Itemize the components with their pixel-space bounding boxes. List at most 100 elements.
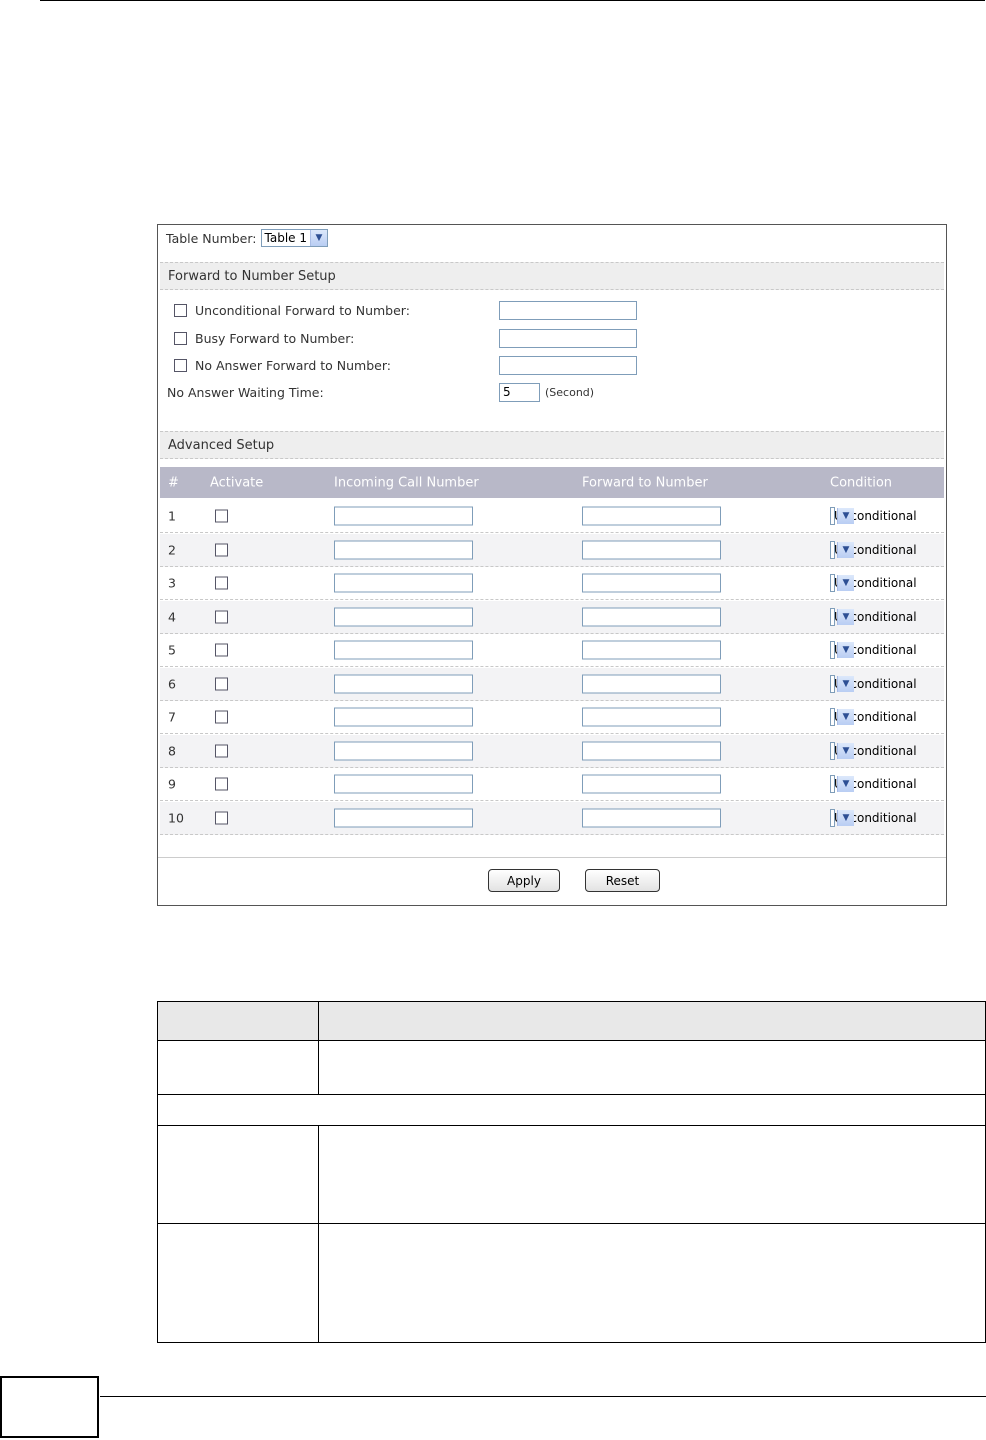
forward-to-number-input[interactable]	[582, 506, 721, 526]
condition-select[interactable]: Unconditional ▼	[830, 507, 917, 525]
no-answer-forward-row: No Answer Forward to Number:	[174, 356, 637, 375]
forward-to-number-input[interactable]	[582, 573, 721, 593]
condition-select[interactable]: Unconditional ▼	[830, 775, 917, 793]
waiting-time-label: No Answer Waiting Time:	[167, 385, 324, 400]
chevron-down-icon: ▼	[837, 642, 854, 658]
row-number: 8	[168, 743, 176, 758]
incoming-call-number-input[interactable]	[334, 774, 473, 794]
activate-checkbox[interactable]	[215, 777, 228, 791]
forward-to-number-input[interactable]	[582, 707, 721, 727]
no-answer-forward-input[interactable]	[499, 356, 637, 375]
table-cell	[157, 1040, 319, 1095]
incoming-call-number-input[interactable]	[334, 674, 473, 693]
unconditional-forward-label: Unconditional Forward to Number:	[195, 303, 410, 318]
busy-forward-row: Busy Forward to Number:	[174, 329, 637, 348]
table-cell	[318, 1223, 986, 1343]
activate-checkbox[interactable]	[215, 677, 228, 690]
reset-button[interactable]: Reset	[585, 869, 660, 892]
table-number-row: Table Number: Table 1 ▼	[166, 229, 328, 247]
waiting-time-unit: (Second)	[545, 386, 595, 399]
activate-checkbox[interactable]	[215, 576, 228, 590]
activate-checkbox[interactable]	[215, 509, 228, 523]
chevron-down-icon: ▼	[837, 508, 854, 524]
table-row	[157, 1040, 986, 1095]
forward-to-number-input[interactable]	[582, 607, 721, 626]
incoming-call-number-input[interactable]	[334, 640, 473, 660]
advanced-section-header: Advanced Setup	[160, 431, 944, 459]
chevron-down-icon: ▼	[837, 709, 854, 725]
condition-select[interactable]: Unconditional ▼	[830, 741, 917, 760]
forward-to-number-input[interactable]	[582, 774, 721, 794]
condition-select[interactable]: Unconditional ▼	[830, 641, 917, 659]
chevron-down-icon: ▼	[837, 541, 854, 558]
forward-to-number-input[interactable]	[582, 640, 721, 660]
condition-select[interactable]: Unconditional ▼	[830, 540, 917, 559]
activate-checkbox[interactable]	[215, 710, 228, 724]
col-header-activate: Activate	[210, 475, 264, 490]
condition-select[interactable]: Unconditional ▼	[830, 574, 917, 592]
busy-forward-checkbox[interactable]	[174, 332, 187, 345]
condition-select[interactable]: Unconditional ▼	[830, 607, 917, 626]
forward-to-number-input[interactable]	[582, 741, 721, 760]
table-row	[157, 1223, 986, 1343]
activate-checkbox[interactable]	[215, 610, 228, 623]
table-cell	[318, 1125, 986, 1224]
advanced-row: 7 Unconditional ▼	[160, 701, 944, 734]
apply-button[interactable]: Apply	[488, 869, 560, 892]
col-header-incoming: Incoming Call Number	[334, 475, 479, 490]
advanced-row: 4 Unconditional ▼	[160, 600, 944, 634]
unconditional-forward-checkbox[interactable]	[174, 304, 187, 317]
busy-forward-input[interactable]	[499, 329, 637, 348]
table-cell	[157, 1094, 986, 1126]
advanced-section-title: Advanced Setup	[168, 437, 275, 453]
row-number: 9	[168, 776, 176, 792]
row-number: 2	[168, 542, 176, 557]
chevron-down-icon: ▼	[837, 776, 854, 792]
incoming-call-number-input[interactable]	[334, 808, 473, 827]
condition-select[interactable]: Unconditional ▼	[830, 708, 917, 726]
activate-checkbox[interactable]	[215, 811, 228, 824]
row-number: 5	[168, 642, 176, 658]
chevron-down-icon: ▼	[837, 575, 854, 591]
row-number: 10	[168, 810, 184, 825]
unconditional-forward-row: Unconditional Forward to Number:	[174, 301, 637, 320]
advanced-row: 8 Unconditional ▼	[160, 734, 944, 768]
table-cell	[157, 1125, 319, 1224]
advanced-row: 3 Unconditional ▼	[160, 567, 944, 600]
incoming-call-number-input[interactable]	[334, 573, 473, 593]
chevron-down-icon: ▼	[837, 675, 854, 692]
table-header-row	[157, 1001, 986, 1041]
forward-to-number-input[interactable]	[582, 674, 721, 693]
row-number: 1	[168, 508, 176, 524]
no-answer-forward-label: No Answer Forward to Number:	[195, 358, 391, 373]
row-number: 6	[168, 676, 176, 691]
advanced-row: 2 Unconditional ▼	[160, 533, 944, 567]
col-header-forward: Forward to Number	[582, 475, 708, 490]
chevron-down-icon: ▼	[310, 230, 327, 246]
incoming-call-number-input[interactable]	[334, 707, 473, 727]
table-number-label: Table Number:	[166, 230, 257, 246]
incoming-call-number-input[interactable]	[334, 741, 473, 760]
table-header-cell	[318, 1001, 986, 1041]
incoming-call-number-input[interactable]	[334, 607, 473, 626]
row-number: 3	[168, 575, 176, 591]
col-header-condition: Condition	[830, 475, 893, 490]
forward-to-number-input[interactable]	[582, 540, 721, 559]
no-answer-forward-checkbox[interactable]	[174, 359, 187, 372]
condition-select[interactable]: Unconditional ▼	[830, 674, 917, 693]
table-cell	[157, 1223, 319, 1343]
incoming-call-number-input[interactable]	[334, 540, 473, 559]
forward-to-number-input[interactable]	[582, 808, 721, 827]
advanced-row: 6 Unconditional ▼	[160, 667, 944, 701]
condition-select[interactable]: Unconditional ▼	[830, 808, 917, 827]
activate-checkbox[interactable]	[215, 643, 228, 657]
table-number-select[interactable]: Table 1 ▼	[260, 229, 328, 247]
page-number-box	[0, 1376, 99, 1438]
waiting-time-input[interactable]: 5	[499, 383, 540, 402]
row-number: 4	[168, 609, 176, 624]
activate-checkbox[interactable]	[215, 744, 228, 757]
incoming-call-number-input[interactable]	[334, 506, 473, 526]
activate-checkbox[interactable]	[215, 543, 228, 556]
unconditional-forward-input[interactable]	[499, 301, 637, 320]
call-forward-panel: Table Number: Table 1 ▼ Forward to Numbe…	[157, 224, 947, 906]
